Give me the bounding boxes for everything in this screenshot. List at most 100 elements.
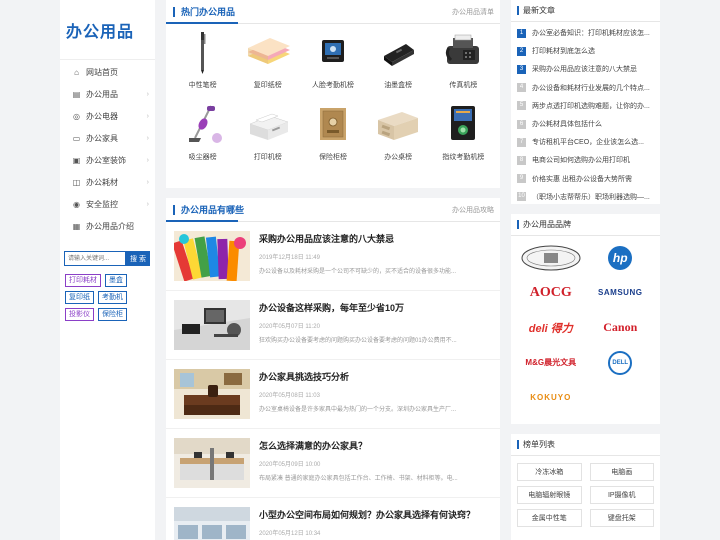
latest-item-title: （职场小志帮帮乐）职场利器选购—... [532, 193, 650, 201]
hot-products-grid: 中性笔榜 复印纸榜 人脸考勤机榜 油墨盒榜 传真机榜 吸尘器榜 打印机榜 保险柜… [166, 24, 500, 174]
chevron-right-icon: › [146, 112, 149, 120]
nav-item-label: 办公室装饰 [86, 155, 126, 165]
product-item[interactable]: 吸尘器榜 [170, 102, 235, 174]
latest-item[interactable]: 9 价格实惠 出租办公设备大势所需 [517, 170, 655, 188]
ink-cartridge-icon [373, 30, 423, 74]
latest-item[interactable]: 10 （职场小志帮帮乐）职场利器选购—... [517, 188, 655, 206]
tag-link[interactable]: 保险柜 [98, 308, 127, 321]
article-item[interactable]: 小型办公空间布局如何规划？办公家具选择有何诀窍？ 2020年05月12日 10:… [166, 498, 500, 540]
rank-link[interactable]: 冷冻冰箱 [517, 463, 582, 481]
brand-name: KOKUYO [530, 393, 572, 402]
article-body: 采购办公用品应该注意的八大禁忌 2019年12月18日 11:49 办公设备以及… [259, 231, 492, 290]
article-date: 2020年05月08日 11:03 [259, 393, 320, 399]
ranks-grid: 冷冻冰箱 电脑画 电脑辐射眼镜 IP摄像机 金属中性笔 键盘托架 [511, 456, 660, 527]
product-label: 中性笔榜 [188, 82, 217, 89]
product-item[interactable]: 中性笔榜 [170, 30, 235, 102]
latest-item[interactable]: 2 打印耗材到底怎么选 [517, 42, 655, 60]
article-body: 办公家具挑选技巧分析 2020年05月08日 11:03 办公室桌椅设备是许多家… [259, 369, 492, 428]
brand-logo[interactable]: AOCG [516, 275, 586, 310]
search-form: 搜 索 [64, 251, 151, 266]
ranks-title: 榜单列表 [517, 440, 555, 449]
rank-number: 3 [517, 64, 526, 74]
rank-number: 4 [517, 83, 526, 93]
article-item[interactable]: 采购办公用品应该注意的八大禁忌 2019年12月18日 11:49 办公设备以及… [166, 222, 500, 291]
article-item[interactable]: 怎么选择满意的办公家具？ 2020年05月09日 10:00 布局紧凑 普通的家… [166, 429, 500, 498]
chevron-right-icon: › [146, 200, 149, 208]
product-item[interactable]: 油墨盒榜 [366, 30, 431, 102]
brand-logo[interactable]: DELL [586, 345, 656, 380]
article-date: 2019年12月18日 11:49 [259, 255, 320, 261]
site-logo[interactable]: 办公用品 [60, 0, 155, 60]
latest-item[interactable]: 5 两步点透打印机选购难题，让你的办... [517, 97, 655, 115]
latest-item[interactable]: 6 办公耗材具体包括什么 [517, 115, 655, 133]
tag-link[interactable]: 投影仪 [65, 308, 94, 321]
search-button[interactable]: 搜 索 [126, 251, 150, 266]
nav-item-6[interactable]: ◉ 安全监控 › [60, 193, 155, 215]
article-title[interactable]: 采购办公用品应该注意的八大禁忌 [259, 232, 492, 245]
latest-item[interactable]: 7 专访租机平台CEO，企业该怎么选... [517, 133, 655, 151]
rank-link[interactable]: IP摄像机 [589, 486, 654, 504]
brand-logo[interactable]: Canon [586, 310, 656, 345]
latest-item[interactable]: 3 采购办公用品应该注意的八大禁忌 [517, 60, 655, 78]
nav-item-4[interactable]: ▣ 办公室装饰 › [60, 149, 155, 171]
product-item[interactable]: 复印纸榜 [235, 30, 300, 102]
nav-item-3[interactable]: ▭ 办公家具 › [60, 127, 155, 149]
brand-name: SAMSUNG [598, 288, 643, 297]
rank-number: 7 [517, 137, 526, 147]
rank-number: 10 [517, 192, 526, 202]
articles-more-link[interactable]: 办公用品攻略 [452, 205, 494, 215]
product-item[interactable]: 人脸考勤机榜 [300, 30, 365, 102]
product-item[interactable]: 打印机榜 [235, 102, 300, 174]
latest-item-title: 办公室必备知识：打印机耗材应该怎... [532, 30, 650, 38]
workstation-thumb[interactable] [174, 438, 250, 488]
hot-tags: 打印耗材 墨盒 复印纸 考勤机 投影仪 保险柜 [60, 266, 155, 321]
nav-item-5[interactable]: ◫ 办公耗材 › [60, 171, 155, 193]
hot-products-more-link[interactable]: 办公用品清单 [452, 7, 494, 17]
small-office-thumb[interactable] [174, 507, 250, 540]
rank-link[interactable]: 电脑辐射眼镜 [517, 486, 582, 504]
nav-item-label: 办公用品 [86, 89, 118, 99]
brand-logo[interactable]: M&G晨光文具 [516, 345, 586, 380]
hp-logo: hp [608, 245, 633, 270]
brands-panel: 办公用品品牌 hp AOCG SAMSUNG deli 得力 Canon M&G晨光文具 D… [511, 214, 660, 424]
intro-icon: ▦ [72, 221, 81, 231]
rank-link[interactable]: 电脑画 [589, 463, 654, 481]
tag-link[interactable]: 墨盒 [105, 274, 127, 287]
brand-logo[interactable]: SAMSUNG [586, 275, 656, 310]
product-item[interactable]: 指纹考勤机榜 [431, 102, 496, 174]
executive-office-thumb[interactable] [174, 369, 250, 419]
brand-logo[interactable]: hp [586, 240, 656, 275]
article-title[interactable]: 办公家具挑选技巧分析 [259, 370, 492, 383]
hot-products-title: 热门办公用品 [173, 6, 235, 17]
brand-logo[interactable]: deli 得力 [516, 310, 586, 345]
product-item[interactable]: 传真机榜 [431, 30, 496, 102]
article-item[interactable]: 办公设备这样采购，每年至少省10万 2020年05月07日 11:20 狂欢购买… [166, 291, 500, 360]
product-label: 人脸考勤机榜 [311, 82, 354, 89]
nav-item-2[interactable]: ◎ 办公电器 › [60, 105, 155, 127]
search-input[interactable] [64, 251, 126, 266]
article-title[interactable]: 小型办公空间布局如何规划？办公家具选择有何诀窍？ [259, 508, 492, 521]
nav-item-0[interactable]: ⌂ 网站首页 [60, 61, 155, 83]
rank-number: 5 [517, 101, 526, 111]
latest-item[interactable]: 8 电商公司如何选购办公用打印机 [517, 151, 655, 169]
nav-item-7[interactable]: ▦ 办公用品介绍 [60, 215, 155, 237]
office-desk-thumb[interactable] [174, 300, 250, 350]
rank-link[interactable]: 金属中性笔 [517, 509, 582, 527]
article-item[interactable]: 办公家具挑选技巧分析 2020年05月08日 11:03 办公室桌椅设备是许多家… [166, 360, 500, 429]
latest-item[interactable]: 1 办公室必备知识：打印机耗材应该怎... [517, 24, 655, 42]
safe-icon [308, 102, 358, 146]
stationery-thumb[interactable] [172, 231, 250, 282]
product-item[interactable]: 办公桌榜 [366, 102, 431, 174]
tag-link[interactable]: 考勤机 [98, 291, 127, 304]
article-title[interactable]: 办公设备这样采购，每年至少省10万 [259, 301, 492, 314]
nav-item-1[interactable]: ▤ 办公用品 › [60, 83, 155, 105]
article-title[interactable]: 怎么选择满意的办公家具？ [259, 439, 492, 452]
rank-link[interactable]: 键盘托架 [589, 509, 654, 527]
tag-link[interactable]: 复印纸 [65, 291, 94, 304]
brand-name: M&G晨光文具 [525, 358, 577, 367]
latest-item[interactable]: 4 办公设备和耗材行业发展的几个特点... [517, 79, 655, 97]
brand-logo[interactable] [516, 240, 586, 275]
brand-logo[interactable]: KOKUYO [516, 380, 586, 415]
product-item[interactable]: 保险柜榜 [300, 102, 365, 174]
tag-link[interactable]: 打印耗材 [65, 274, 101, 287]
